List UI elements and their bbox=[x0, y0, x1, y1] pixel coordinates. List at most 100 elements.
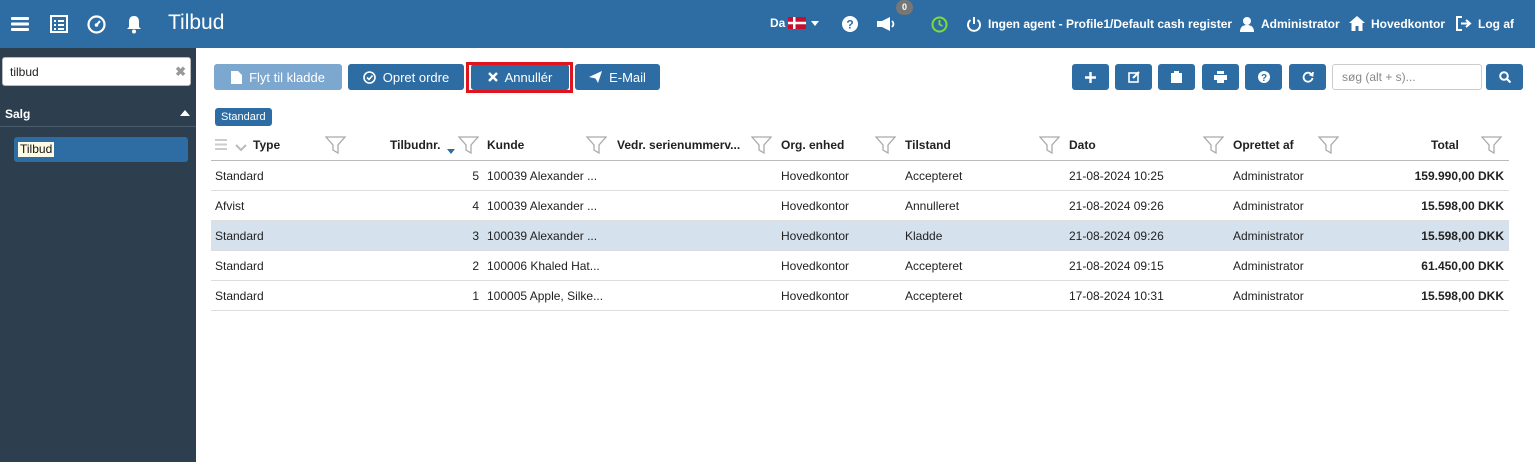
filter-icon[interactable] bbox=[1480, 136, 1503, 157]
send-icon bbox=[589, 71, 603, 83]
column-header-label[interactable]: Kunde bbox=[487, 130, 524, 160]
search-input[interactable] bbox=[1342, 70, 1472, 84]
filter-icon[interactable] bbox=[1202, 136, 1225, 157]
logout-button[interactable]: Log af bbox=[1456, 16, 1514, 31]
table-cell: Accepteret bbox=[905, 169, 963, 183]
table-row[interactable]: Standard 3 100039 Alexander ... Hovedkontor… bbox=[211, 221, 1509, 251]
filter-icon[interactable] bbox=[1317, 136, 1340, 157]
question-circle-icon: ? bbox=[1257, 71, 1270, 83]
page-title: Tilbud bbox=[168, 11, 225, 34]
table-row[interactable]: Afvist 4 100039 Alexander ... Hovedkontor An… bbox=[211, 191, 1509, 221]
logout-label: Log af bbox=[1478, 16, 1514, 31]
table-cell: Hovedkontor bbox=[781, 289, 850, 303]
sidebar-search: ✖ bbox=[2, 57, 191, 86]
column-header-label[interactable]: Type bbox=[253, 130, 280, 160]
sidebar-group-salg[interactable]: Salg bbox=[0, 99, 196, 127]
help-icon[interactable]: ? bbox=[840, 14, 860, 34]
store-menu[interactable]: Hovedkontor bbox=[1349, 16, 1445, 31]
table-row[interactable]: Standard 1 100005 Apple, Silke... Hovedkont… bbox=[211, 281, 1509, 311]
filter-icon[interactable] bbox=[874, 136, 897, 157]
sidebar-search-input[interactable] bbox=[10, 65, 160, 79]
language-label: Da bbox=[770, 16, 786, 30]
bell-icon[interactable] bbox=[124, 14, 144, 34]
user-icon bbox=[1240, 17, 1254, 32]
table-cell: Standard bbox=[215, 229, 264, 243]
search-field bbox=[1332, 64, 1482, 90]
sign-out-icon bbox=[1456, 16, 1472, 31]
move-to-draft-button[interactable]: Flyt til kladde bbox=[214, 64, 342, 90]
create-order-label: Opret ordre bbox=[382, 69, 450, 85]
table-cell: Hovedkontor bbox=[781, 229, 850, 243]
danish-flag-icon bbox=[788, 17, 807, 29]
email-button[interactable]: E-Mail bbox=[575, 64, 660, 90]
column-chooser-icon[interactable] bbox=[215, 139, 227, 153]
create-order-button[interactable]: Opret ordre bbox=[348, 64, 464, 90]
table-cell: 2 bbox=[472, 259, 479, 273]
help-button[interactable]: ? bbox=[1245, 64, 1282, 90]
add-button[interactable] bbox=[1072, 64, 1109, 90]
table-row[interactable]: Standard 2 100006 Khaled Hat... Hovedkontor… bbox=[211, 251, 1509, 281]
highlight-frame bbox=[466, 62, 573, 93]
table-row[interactable]: Standard 5 100039 Alexander ... Hovedkontor… bbox=[211, 161, 1509, 191]
filter-icon[interactable] bbox=[750, 136, 773, 157]
table-cell: 21-08-2024 10:25 bbox=[1069, 169, 1164, 183]
table-cell: 21-08-2024 09:26 bbox=[1069, 199, 1164, 213]
megaphone-icon[interactable] bbox=[876, 14, 896, 34]
print-button[interactable] bbox=[1202, 64, 1239, 90]
filter-icon[interactable] bbox=[324, 136, 347, 157]
table-cell: 3 bbox=[472, 229, 479, 243]
table-cell: 15.598,00 DKK bbox=[1421, 289, 1504, 303]
list-icon[interactable] bbox=[49, 14, 69, 34]
filter-tag[interactable]: Standard bbox=[215, 108, 272, 126]
agent-status[interactable]: Ingen agent - Profile1/Default cash regi… bbox=[966, 16, 1232, 32]
table-cell: 15.598,00 DKK bbox=[1421, 229, 1504, 243]
table-cell: 100039 Alexander ... bbox=[487, 199, 598, 213]
table-cell: 100039 Alexander ... bbox=[487, 229, 598, 243]
table-cell: 61.450,00 DKK bbox=[1421, 259, 1504, 273]
copy-button[interactable] bbox=[1158, 64, 1195, 90]
check-circle-icon bbox=[362, 70, 376, 84]
language-selector[interactable]: Da bbox=[770, 16, 825, 30]
file-icon bbox=[231, 70, 243, 84]
menu-icon[interactable] bbox=[10, 14, 30, 34]
column-header-label[interactable]: Total bbox=[1431, 130, 1459, 160]
column-header-label[interactable]: Tilbudnr. bbox=[390, 130, 440, 160]
column-header-label[interactable]: Dato bbox=[1069, 130, 1096, 160]
column-header-label[interactable]: Org. enhed bbox=[781, 130, 844, 160]
clock-icon[interactable] bbox=[929, 14, 949, 34]
table-cell bbox=[617, 221, 767, 251]
edit-button[interactable] bbox=[1115, 64, 1152, 90]
refresh-button[interactable] bbox=[1289, 64, 1326, 90]
caret-down-icon bbox=[811, 20, 820, 26]
user-menu[interactable]: Administrator bbox=[1239, 16, 1340, 32]
column-header-label[interactable]: Vedr. serienummerv... bbox=[617, 130, 740, 160]
column-header-label[interactable]: Tilstand bbox=[905, 130, 951, 160]
column-header-label[interactable]: Oprettet af bbox=[1233, 130, 1294, 160]
filter-icon[interactable] bbox=[585, 136, 608, 157]
filter-icon[interactable] bbox=[457, 136, 480, 157]
table-cell: 5 bbox=[472, 169, 479, 183]
table-cell: Administrator bbox=[1233, 169, 1304, 183]
table-cell: 159.990,00 DKK bbox=[1414, 169, 1504, 183]
filter-icon[interactable] bbox=[1038, 136, 1061, 157]
top-bar: Tilbud Da ? 0 Ingen agent - Profile1/Def… bbox=[0, 0, 1535, 48]
dashboard-icon[interactable] bbox=[86, 14, 106, 34]
sidebar-item-tilbud[interactable]: Tilbud bbox=[14, 137, 188, 162]
store-label: Hovedkontor bbox=[1371, 16, 1446, 31]
table-cell: 15.598,00 DKK bbox=[1421, 199, 1504, 213]
table-cell: 100005 Apple, Silke... bbox=[487, 289, 604, 303]
home-icon bbox=[1349, 16, 1365, 31]
search-button[interactable] bbox=[1486, 64, 1523, 90]
table-cell: Administrator bbox=[1233, 229, 1304, 243]
table-cell: Standard bbox=[215, 259, 264, 273]
table-cell: Accepteret bbox=[905, 259, 963, 273]
table-cell: Hovedkontor bbox=[781, 169, 850, 183]
edit-icon bbox=[1127, 71, 1140, 83]
table-cell bbox=[617, 251, 767, 281]
table-cell bbox=[617, 281, 767, 311]
table-cell: 100006 Khaled Hat... bbox=[487, 259, 600, 273]
svg-text:?: ? bbox=[846, 18, 853, 32]
clear-search-icon[interactable]: ✖ bbox=[175, 64, 186, 80]
search-icon bbox=[1498, 71, 1511, 83]
chevron-down-icon[interactable] bbox=[235, 141, 247, 155]
